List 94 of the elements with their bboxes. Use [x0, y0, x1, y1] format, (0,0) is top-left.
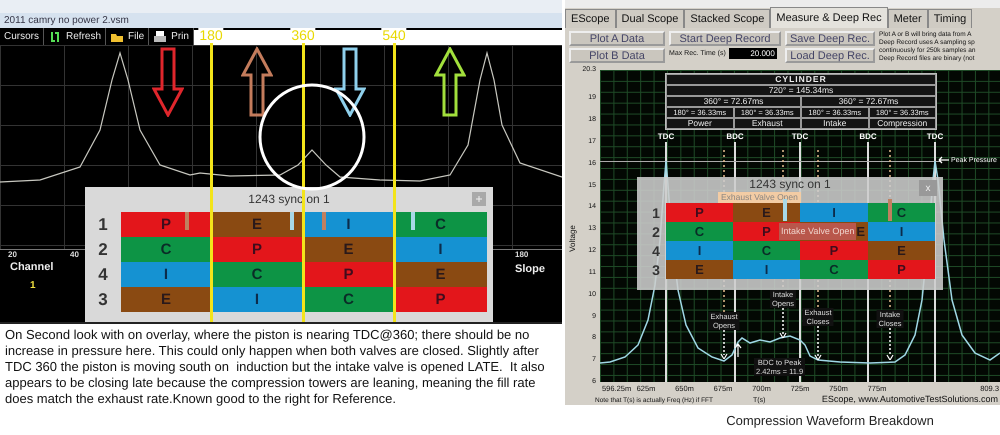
- table-cell: 720° = 145.34ms: [666, 85, 936, 96]
- stroke-cell: C: [733, 241, 800, 260]
- valve-marker: [411, 212, 415, 230]
- stroke-cell: P: [121, 212, 211, 237]
- stroke-cell: I: [303, 212, 394, 237]
- tab[interactable]: Measure & Deep Rec: [770, 7, 888, 28]
- stroke-cell: E: [733, 203, 800, 222]
- stroke-cell: E: [666, 260, 733, 279]
- stroke-cell: C: [211, 262, 303, 287]
- valve-marker: [290, 212, 294, 230]
- dead-center-label: BDC: [859, 132, 877, 142]
- table-cell: Compression: [868, 118, 936, 129]
- dotted-arrow: [720, 330, 728, 359]
- load-button[interactable]: Load Deep Rec.: [785, 48, 875, 63]
- dead-center-label: TDC: [792, 132, 808, 142]
- stroke-cell: P: [303, 262, 394, 287]
- table-cell: 360° = 72.67ms: [666, 96, 801, 107]
- cylinder-number: 2: [97, 238, 109, 260]
- stroke-cell: I: [868, 222, 935, 241]
- cylinder-number: 4: [97, 264, 109, 286]
- stroke-cell: I: [121, 262, 211, 287]
- dead-center-label: TDC: [926, 132, 944, 142]
- arrow-up-icon: [734, 343, 742, 357]
- save-button[interactable]: Save Deep Rec.: [785, 31, 875, 46]
- cylinder-number: 2: [651, 222, 661, 241]
- stroke-cell: E: [121, 287, 211, 312]
- tab[interactable]: Timing: [928, 9, 972, 28]
- table-cell: CYLINDER: [666, 74, 936, 85]
- axis-title: Voltage: [568, 225, 577, 252]
- dead-center-label: TDC: [658, 132, 674, 142]
- valve-marker: [783, 199, 787, 221]
- printer-icon: [153, 30, 168, 44]
- stroke-cell: C: [800, 260, 868, 279]
- record-button[interactable]: Start Deep Record: [669, 31, 781, 46]
- scale-label: 40: [70, 250, 79, 259]
- tab[interactable]: EScope: [565, 9, 616, 28]
- dotted-arrow: [814, 326, 822, 360]
- time-field[interactable]: 20.000: [728, 48, 777, 59]
- cylinder-number: 3: [651, 260, 661, 279]
- note-paragraph: On Second look with on overlay, where the piston is nearing TDC@360; there should be no increase in pressure here. This could only happen when both valves are closed. Slightly after TDC 360 the piston is moving south on induction but the intake valve is opened LATE. It also appears to be closing late because the compression towers are leaning, meaning the fill rate does match the exhaust rate.Known good to the right for Reference.: [0, 322, 562, 435]
- close-icon: [472, 192, 486, 206]
- overlay-title: 1243 sync on 1: [247, 191, 331, 208]
- credit-text: EScope, www.AutomotiveTestSolutions.com: [822, 394, 998, 404]
- stroke-cell: I: [666, 241, 733, 260]
- tab[interactable]: Dual Scope: [616, 9, 684, 28]
- stroke-cell: C: [868, 203, 935, 222]
- plot-button[interactable]: Plot A Data: [569, 31, 665, 46]
- stroke-cell: C: [303, 287, 394, 312]
- tab[interactable]: Meter: [888, 9, 928, 28]
- figure-caption: Compression Waveform Breakdown: [726, 412, 934, 428]
- cylinder-number: 1: [97, 214, 109, 236]
- table-cell: Intake: [801, 118, 868, 129]
- column-header: Channel: [10, 261, 54, 273]
- tab[interactable]: Stacked Scope: [684, 9, 770, 28]
- column-header: Slope: [515, 263, 545, 275]
- cylinder-number: 4: [651, 242, 661, 260]
- window-title: 2011 camry no power 2.vsm: [4, 15, 129, 26]
- cursor-label: 360: [290, 28, 316, 43]
- stroke-cell: E: [868, 241, 935, 260]
- stroke-cell: C: [121, 237, 211, 262]
- cylinder-number: 1: [651, 204, 661, 222]
- scale-label: 180: [515, 250, 528, 259]
- stroke-cell: I: [733, 260, 800, 279]
- table-cell: 360° = 72.67ms: [801, 96, 936, 107]
- arrow-left-icon: [938, 156, 950, 164]
- stroke-cell: P: [394, 287, 487, 312]
- valve-marker: [888, 199, 892, 221]
- stroke-cell: I: [800, 203, 868, 222]
- stroke-cell: I: [394, 237, 487, 262]
- stroke-cell: P: [800, 241, 868, 260]
- stroke-cell: P: [211, 237, 303, 262]
- stroke-cell: P: [868, 260, 935, 279]
- dotted-arrow: [779, 308, 787, 338]
- table-cell: Power: [666, 118, 734, 129]
- table-cell: Exhaust: [734, 118, 801, 129]
- stroke-cell: E: [394, 262, 487, 287]
- scale-label: 20: [8, 250, 17, 259]
- valve-marker: [322, 212, 326, 230]
- plot-button[interactable]: Plot B Data: [569, 48, 665, 63]
- stroke-cell: C: [394, 212, 487, 237]
- stroke-cell: P: [666, 203, 733, 222]
- dotted-arrow: [886, 328, 894, 360]
- valve-marker: [185, 212, 189, 230]
- dead-center-label: BDC: [726, 132, 744, 142]
- stroke-cell: E: [303, 237, 394, 262]
- channel-value: 1: [30, 280, 36, 291]
- cylinder-number: 3: [97, 288, 109, 310]
- overlay-title: 1243 sync on 1: [748, 177, 832, 192]
- stroke-cell: C: [666, 222, 733, 241]
- stroke-cell: I: [211, 287, 303, 312]
- cursor-label: 540: [381, 28, 407, 43]
- valve-event-label: Intake Valve Open: [779, 223, 856, 240]
- cursor-label: 180: [198, 28, 224, 43]
- stroke-cell: E: [211, 212, 303, 237]
